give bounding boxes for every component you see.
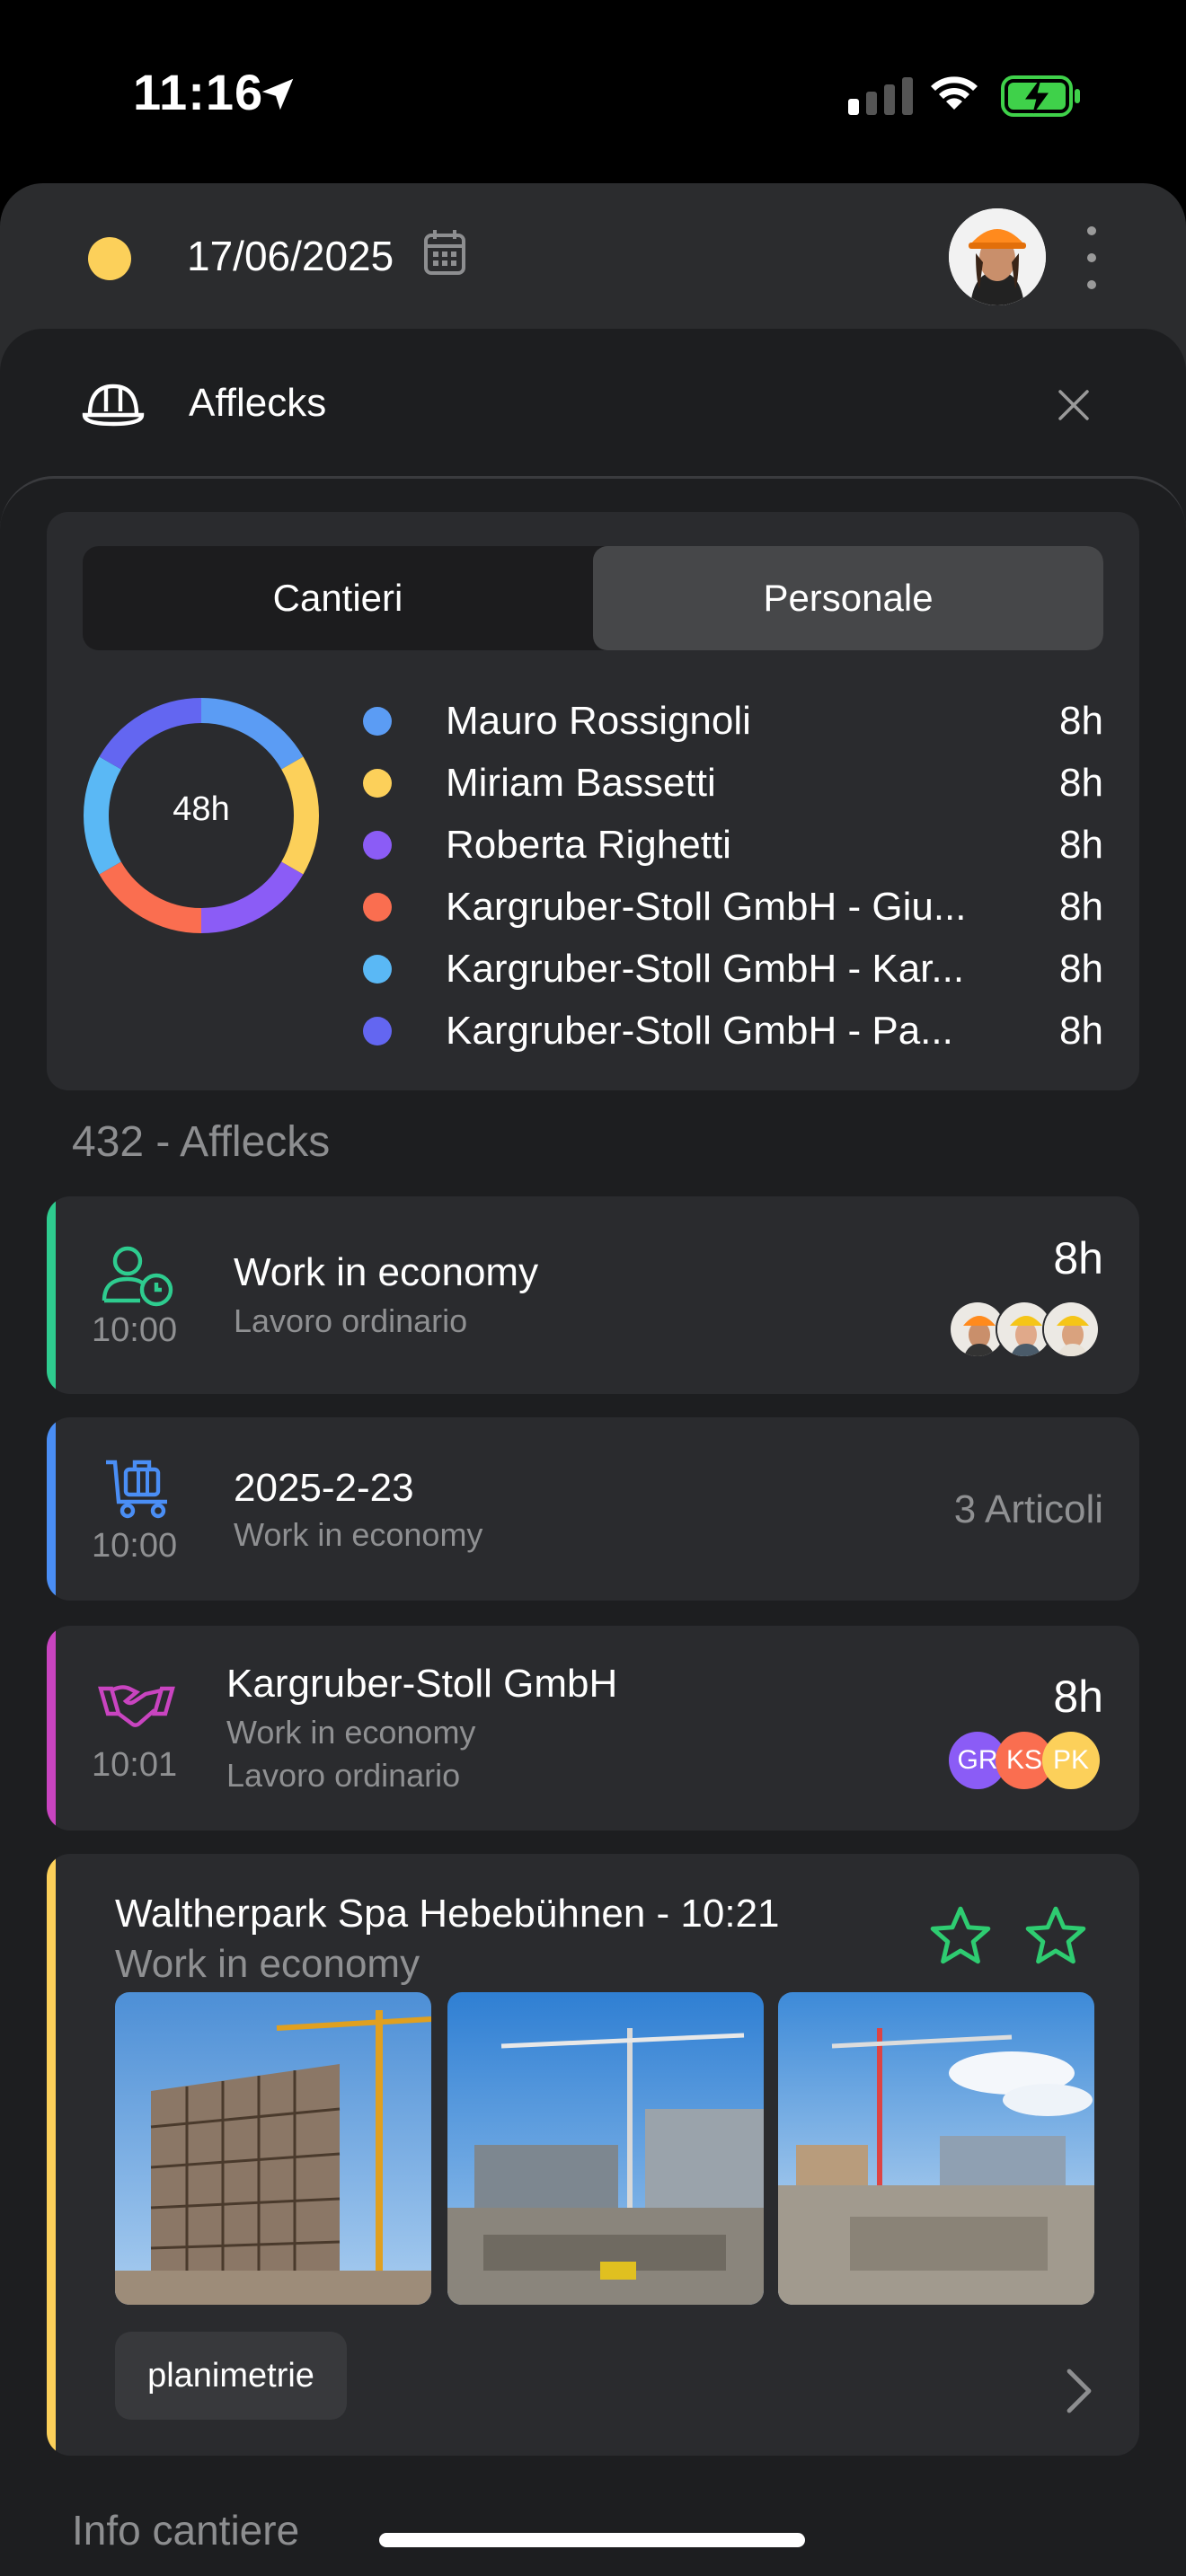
worker-avatar	[1042, 1301, 1100, 1358]
material-card[interactable]: 10:00 2025-2-23 Work in economy 3 Artico…	[47, 1417, 1139, 1601]
legend-name: Kargruber-Stoll GmbH - Giu...	[446, 884, 967, 929]
legend-value: 8h	[1059, 698, 1103, 743]
attachment-chip-planimetrie[interactable]: planimetrie	[115, 2332, 347, 2420]
legend-row: Mauro Rossignoli 8h	[363, 690, 1103, 752]
card-subtitle: Work in economy	[226, 1714, 476, 1751]
view-segmented-control[interactable]: Cantieri Personale	[83, 546, 1103, 650]
card-subtitle: Work in economy	[115, 1942, 420, 1986]
status-indicator-dot[interactable]	[88, 237, 131, 280]
wifi-icon	[931, 76, 978, 110]
legend-dot	[363, 768, 392, 798]
status-bar: 11:16	[0, 0, 1186, 180]
economy-work-card[interactable]: 10:00 Work in economy Lavoro ordinario 8…	[47, 1196, 1139, 1394]
status-time: 11:16	[133, 64, 264, 120]
card-stripe	[47, 1854, 56, 2456]
card-title: 2025-2-23	[234, 1466, 414, 1510]
donut-slice	[99, 698, 202, 770]
legend-value: 8h	[1059, 822, 1103, 867]
card-hours: 8h	[1053, 1672, 1103, 1722]
site-section-title: 432 - Afflecks	[72, 1118, 331, 1166]
card-time: 10:01	[92, 1746, 178, 1784]
donut-slice	[200, 698, 304, 770]
sheet-title: Afflecks	[189, 381, 327, 425]
site-photo[interactable]	[778, 1992, 1094, 2305]
legend-row: Kargruber-Stoll GmbH - Pa... 8h	[363, 1000, 1103, 1062]
home-indicator[interactable]	[379, 2533, 805, 2547]
donut-slice	[200, 861, 304, 933]
site-info-title: Info cantiere	[72, 2507, 300, 2554]
date-label[interactable]: 17/06/2025	[187, 232, 394, 280]
legend-value: 8h	[1059, 884, 1103, 929]
worker-initials-avatar: PK	[1042, 1732, 1100, 1789]
legend-name: Kargruber-Stoll GmbH - Pa...	[446, 1008, 953, 1053]
legend-row: Kargruber-Stoll GmbH - Giu... 8h	[363, 876, 1103, 938]
worker-clock-icon	[102, 1246, 173, 1307]
card-stripe	[47, 1417, 56, 1601]
legend-name: Mauro Rossignoli	[446, 698, 751, 743]
tab-personale[interactable]: Personale	[593, 546, 1103, 650]
legend-name: Roberta Righetti	[446, 822, 731, 867]
handshake-icon	[98, 1685, 175, 1727]
site-photo[interactable]	[447, 1992, 764, 2305]
legend-value: 8h	[1059, 1008, 1103, 1053]
calendar-icon[interactable]	[422, 228, 467, 277]
location-arrow-icon	[261, 78, 294, 110]
legend-dot	[363, 706, 392, 736]
legend-value: 8h	[1059, 946, 1103, 991]
star-icon[interactable]	[1022, 1904, 1089, 1969]
legend-dot	[363, 1016, 392, 1045]
card-subtitle: Lavoro ordinario	[234, 1302, 468, 1339]
chevron-right-icon[interactable]	[1066, 2368, 1093, 2414]
card-stripe	[47, 1626, 56, 1831]
hours-legend: Mauro Rossignoli 8h Miriam Bassetti 8h Rober…	[363, 690, 1103, 1062]
card-hours: 8h	[1053, 1233, 1103, 1284]
donut-total-label: 48h	[173, 790, 230, 828]
more-options-icon[interactable]	[1078, 226, 1105, 289]
card-time: 10:00	[92, 1311, 178, 1349]
card-title: Work in economy	[234, 1250, 539, 1294]
helmet-icon	[82, 384, 145, 427]
site-photo[interactable]	[115, 1992, 431, 2305]
legend-dot	[363, 954, 392, 984]
legend-row: Miriam Bassetti 8h	[363, 752, 1103, 814]
card-time: 10:00	[92, 1527, 178, 1565]
legend-row: Roberta Righetti 8h	[363, 814, 1103, 876]
user-avatar[interactable]	[949, 208, 1046, 305]
legend-row: Kargruber-Stoll GmbH - Kar... 8h	[363, 938, 1103, 1000]
card-subtitle-2: Lavoro ordinario	[226, 1757, 461, 1794]
cellular-signal-icon	[848, 77, 913, 115]
card-stripe	[47, 1196, 56, 1394]
luggage-cart-icon	[106, 1460, 167, 1519]
donut-slice	[99, 861, 202, 933]
battery-charging-icon	[1001, 75, 1080, 117]
card-subtitle: Work in economy	[234, 1516, 483, 1553]
card-title: Kargruber-Stoll GmbH	[226, 1662, 618, 1706]
close-icon[interactable]	[1051, 383, 1096, 428]
legend-name: Kargruber-Stoll GmbH - Kar...	[446, 946, 965, 991]
legend-dot	[363, 892, 392, 922]
subcontractor-card[interactable]: 10:01 Kargruber-Stoll GmbH Work in econo…	[47, 1626, 1139, 1831]
items-count: 3 Articoli	[953, 1487, 1103, 1531]
star-icon[interactable]	[927, 1904, 994, 1969]
card-title: Waltherpark Spa Hebebühnen - 10:21	[115, 1892, 780, 1936]
legend-dot	[363, 830, 392, 860]
tab-cantieri[interactable]: Cantieri	[83, 546, 593, 650]
legend-name: Miriam Bassetti	[446, 760, 716, 805]
legend-value: 8h	[1059, 760, 1103, 805]
